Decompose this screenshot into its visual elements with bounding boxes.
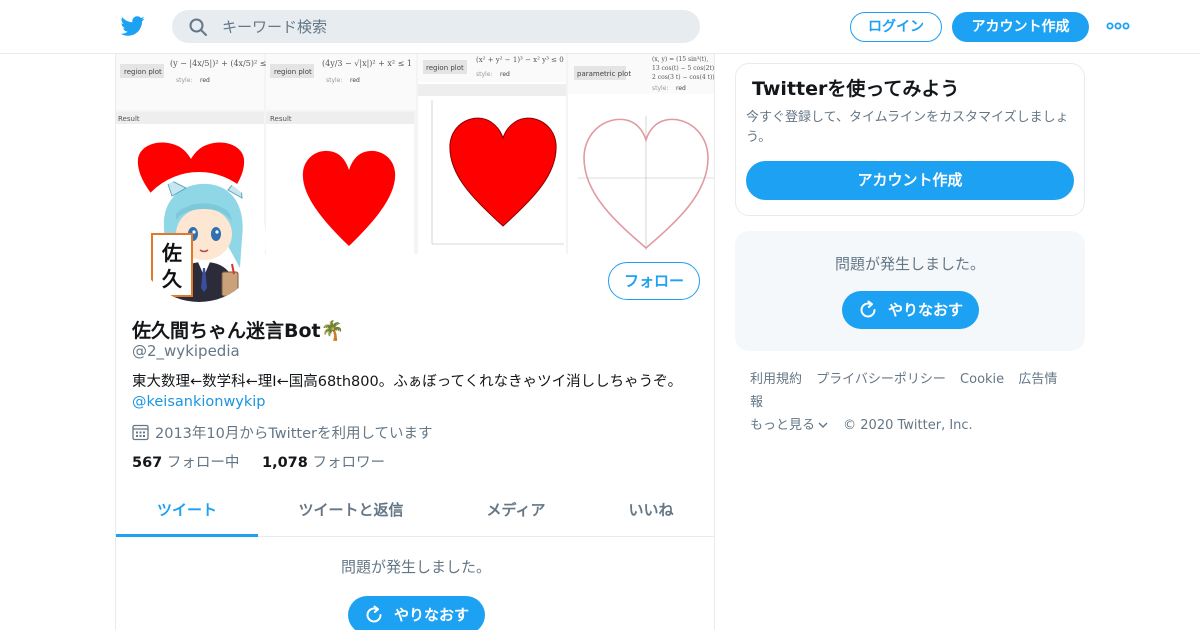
timeline-retry-button[interactable]: やりなおす [348, 596, 485, 630]
footer-link-cookie[interactable]: Cookie [960, 372, 1004, 387]
signup-card-description: 今すぐ登録して、タイムラインをカスタマイズしましょう。 [746, 110, 1069, 145]
profile-column: region plot (y − |4x/5|)² + (4x/5)² ≤ 5 … [115, 54, 715, 630]
header-panel-4: parametric plot (x, y) = (15 sin³(t), 13… [568, 54, 715, 254]
login-button[interactable]: ログイン [850, 12, 942, 42]
header-panel-4-label: parametric plot [577, 70, 631, 78]
sidebar-retry-label: やりなおす [888, 301, 964, 319]
bio-mention-link[interactable]: @keisankionwykip [132, 392, 702, 412]
svg-text:style:: style: [326, 77, 342, 84]
header-panel-1-label: region plot [124, 68, 162, 76]
footer-more-link[interactable]: もっと見る [750, 418, 829, 433]
profile-joined-date: 2013年10月からTwitterを利用しています [132, 422, 433, 443]
signup-card-button[interactable]: アカウント作成 [746, 161, 1074, 200]
search-box[interactable] [172, 10, 700, 43]
svg-text:2 cos(3 t) − cos(4 t)): 2 cos(3 t) − cos(4 t)) [652, 74, 715, 81]
following-stat[interactable]: 567 フォロー中 [132, 455, 239, 471]
header-panel-2-result: Result [270, 115, 292, 123]
sidebar-error-box: 問題が発生しました。 やりなおす [735, 231, 1085, 351]
svg-text:style:: style: [176, 77, 192, 84]
profile-bio-text: 東大数理←数学科←理I←国高68th800。ふぁぼってくれなきゃツイ消ししちゃう… [132, 374, 683, 390]
follow-button[interactable]: フォロー [608, 262, 700, 300]
tab-likes[interactable]: いいね [596, 490, 706, 537]
header-panel-3-label: region plot [426, 64, 464, 72]
signup-card-title: Twitterを使ってみよう [752, 78, 960, 100]
chevron-down-icon [818, 422, 828, 428]
avatar-sign-text-2: 久 [162, 267, 183, 291]
svg-text:red: red [200, 77, 210, 84]
tab-tweets[interactable]: ツイート [116, 490, 258, 537]
footer-links: 利用規約 プライバシーポリシー Cookie 広告情報 もっと見る © 2020… [750, 368, 1080, 437]
search-icon [189, 18, 207, 36]
svg-text:13 cos(t) − 5 cos(2t) −: 13 cos(t) − 5 cos(2t) − [652, 65, 715, 72]
svg-text:red: red [500, 71, 510, 78]
timeline-retry-label: やりなおす [394, 606, 470, 624]
footer-link-privacy[interactable]: プライバシーポリシー [816, 372, 946, 387]
footer-copyright: © 2020 Twitter, Inc. [843, 418, 973, 433]
profile-stats: 567 フォロー中 1,078 フォロワー [132, 451, 385, 472]
header-panel-2-label: region plot [274, 68, 312, 76]
avatar-sign-text-1: 佐 [161, 241, 182, 265]
header-panel-1-result: Result [118, 115, 140, 123]
signup-card: Twitterを使ってみよう 今すぐ登録して、タイムラインをカスタマイズしましょ… [735, 63, 1085, 216]
avatar-illustration: 佐 久 [136, 176, 262, 302]
profile-avatar[interactable]: 佐 久 [132, 172, 266, 306]
header-panel-2: region plot (4y/3 − √|x|)² + x² ≤ 1 styl… [266, 54, 416, 254]
tab-tweets-and-replies[interactable]: ツイートと返信 [276, 490, 426, 537]
svg-text:(x, y) = (15 sin³(t),: (x, y) = (15 sin³(t), [652, 56, 708, 63]
profile-tabs: ツイート ツイートと返信 メディア いいね [116, 490, 714, 537]
footer-link-terms[interactable]: 利用規約 [750, 372, 802, 387]
svg-text:red: red [350, 77, 360, 84]
top-navigation-bar: ログイン アカウント作成 [0, 0, 1200, 54]
sidebar-error-message: 問題が発生しました。 [834, 255, 985, 273]
footer-row-2: もっと見る © 2020 Twitter, Inc. [750, 414, 1080, 437]
refresh-icon [366, 605, 382, 623]
joined-text: 2013年10月からTwitterを利用しています [155, 426, 433, 442]
more-options-icon[interactable] [1106, 18, 1130, 34]
tab-media[interactable]: メディア [456, 490, 576, 537]
timeline-error-message: 問題が発生しました。 [340, 558, 491, 576]
profile-handle: @2_wykipedia [132, 342, 240, 360]
twitter-bird-icon[interactable] [120, 14, 146, 38]
refresh-icon [860, 300, 876, 318]
followers-stat[interactable]: 1,078 フォロワー [262, 455, 385, 471]
svg-text:style:: style: [476, 71, 492, 78]
profile-name: 佐久間ちゃん迷言Bot🌴 [132, 320, 345, 342]
profile-bio: 東大数理←数学科←理I←国高68th800。ふぁぼってくれなきゃツイ消ししちゃう… [132, 372, 702, 412]
svg-text:red: red [676, 85, 686, 92]
svg-text:(y − |4x/5|)² + (4x/5)² ≤ 5: (y − |4x/5|)² + (4x/5)² ≤ 5 [170, 59, 274, 68]
search-input[interactable] [222, 10, 682, 43]
signup-button[interactable]: アカウント作成 [952, 12, 1089, 42]
sidebar-retry-button[interactable]: やりなおす [842, 291, 979, 329]
header-panel-3-formula: (x² + y² − 1)³ − x² y³ ≤ 0 [476, 56, 564, 64]
calendar-icon [132, 424, 149, 441]
svg-text:(4y/3 − √|x|)² + x² ≤ 1: (4y/3 − √|x|)² + x² ≤ 1 [322, 59, 412, 68]
footer-row-1: 利用規約 プライバシーポリシー Cookie 広告情報 [750, 368, 1080, 414]
svg-text:style:: style: [652, 85, 668, 92]
header-panel-3: (x² + y² − 1)³ − x² y³ ≤ 0 region plot s… [418, 54, 566, 254]
